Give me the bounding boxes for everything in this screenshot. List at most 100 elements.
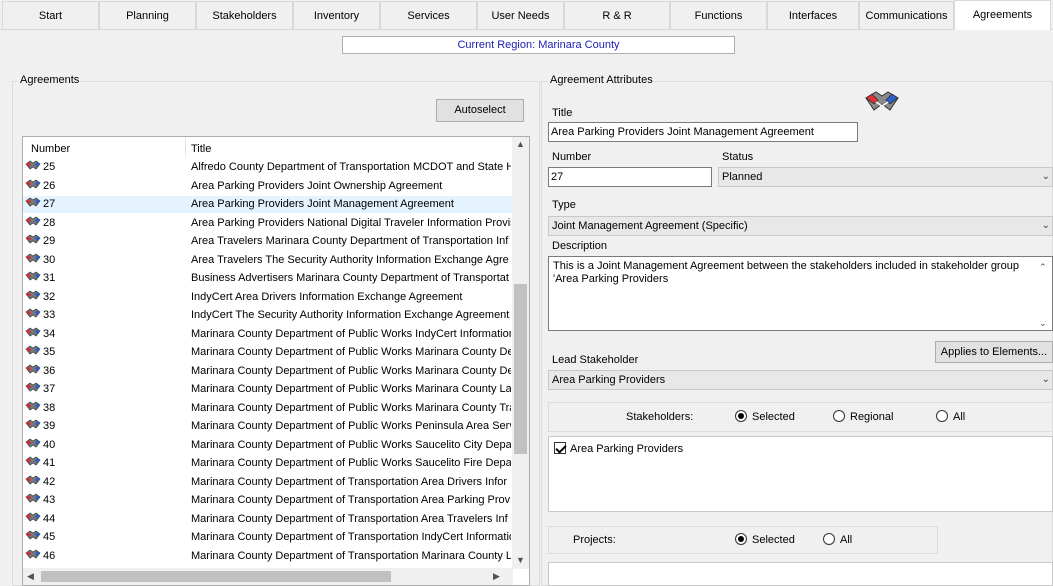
table-row[interactable]: 28 Area Parking Providers National Digita…	[23, 215, 513, 232]
row-number-cell: 39	[25, 418, 55, 435]
lead-stakeholder-label: Lead Stakeholder	[552, 354, 639, 366]
handshake-icon	[25, 438, 41, 447]
scroll-up-icon[interactable]: ⌃	[1039, 261, 1047, 274]
row-title: Marinara County Department of Public Wor…	[191, 457, 511, 469]
tab-planning[interactable]: Planning	[99, 1, 196, 29]
row-title: Marinara County Department of Transporta…	[191, 475, 508, 488]
agreements-group-title: Agreements	[18, 74, 82, 86]
tab-label: Start	[38, 10, 63, 22]
table-row[interactable]: 44 Marinara County Department of Transpor…	[23, 511, 513, 528]
table-row[interactable]: 31 Business Advertisers Marinara County D…	[23, 270, 513, 287]
row-number: 37	[43, 383, 56, 395]
handshake-icon	[25, 308, 41, 318]
row-number-cell: 33	[25, 307, 55, 324]
table-row[interactable]: 43 Marinara County Department of Transpor…	[23, 492, 513, 509]
table-row[interactable]: 25 Alfredo County Department of Transport…	[23, 159, 513, 176]
scroll-left-icon[interactable]: ◀	[27, 571, 34, 582]
projects-all-radio[interactable]: All	[823, 533, 852, 546]
table-row[interactable]: 37 Marinara County Department of Public W…	[23, 381, 513, 398]
table-row[interactable]: 29 Area Travelers Marinara County Departm…	[23, 233, 513, 250]
scroll-down-icon[interactable]: ⌄	[1039, 317, 1047, 330]
table-row[interactable]: 46 Marinara County Department of Transpor…	[23, 548, 513, 565]
tab-label: User Needs	[491, 10, 550, 22]
table-row[interactable]: 33 IndyCert The Security Authority Inform…	[23, 307, 513, 324]
row-number-cell: 34	[25, 326, 55, 343]
row-number: 27	[43, 198, 56, 210]
row-number: 28	[43, 216, 56, 229]
tab-agreements[interactable]: Agreements	[954, 0, 1051, 30]
table-row[interactable]: 42 Marinara County Department of Transpor…	[23, 474, 513, 491]
row-number-cell: 44	[25, 511, 55, 528]
number-field[interactable]: 27	[548, 167, 712, 187]
title-field[interactable]: Area Parking Providers Joint Management …	[548, 122, 858, 142]
tab-label: Agreements	[972, 9, 1033, 21]
table-row[interactable]: 26 Area Parking Providers Joint Ownership…	[23, 178, 513, 195]
tab-inventory[interactable]: Inventory	[293, 1, 380, 29]
table-row[interactable]: 30 Area Travelers The Security Authority …	[23, 252, 513, 269]
row-number-cell: 25	[25, 159, 55, 176]
stakeholders-selected-radio[interactable]: Selected	[735, 410, 795, 423]
table-row[interactable]: 39 Marinara County Department of Public W…	[23, 418, 513, 435]
horizontal-scrollbar[interactable]: ◀ ▶	[23, 568, 513, 585]
table-row[interactable]: 27 Area Parking Providers Joint Managemen…	[23, 196, 513, 213]
radio-label: All	[840, 534, 853, 546]
row-number-cell: 36	[25, 363, 55, 380]
status-dropdown[interactable]: Planned ⌄	[718, 167, 1053, 187]
row-title: Business Advertisers Marinara County Dep…	[191, 272, 509, 284]
vertical-scrollbar[interactable]: ▲ ▼	[512, 137, 529, 569]
type-dropdown[interactable]: Joint Management Agreement (Specific) ⌄	[548, 216, 1053, 236]
type-label: Type	[552, 199, 576, 211]
row-title: Alfredo County Department of Transportat…	[191, 161, 511, 173]
projects-selected-radio[interactable]: Selected	[735, 533, 795, 546]
vertical-scroll-thumb[interactable]	[514, 284, 527, 454]
tab-user-needs[interactable]: User Needs	[477, 1, 564, 29]
scroll-up-icon[interactable]: ▲	[516, 139, 525, 149]
handshake-icon	[25, 179, 41, 188]
tab-r-and-r[interactable]: R & R	[564, 1, 670, 29]
scroll-right-icon[interactable]: ▶	[493, 571, 500, 582]
row-number: 34	[43, 327, 56, 340]
tab-label: Inventory	[313, 10, 360, 22]
tab-label: Stakeholders	[212, 10, 277, 22]
stakeholders-regional-radio[interactable]: Regional	[833, 410, 893, 423]
tab-stakeholders[interactable]: Stakeholders	[196, 1, 293, 29]
tab-communications[interactable]: Communications	[859, 1, 954, 29]
column-separator	[185, 137, 186, 157]
radio-label: Selected	[752, 534, 795, 546]
horizontal-scroll-thumb[interactable]	[41, 571, 391, 582]
column-header-title[interactable]: Title	[191, 143, 211, 155]
row-number-cell: 26	[25, 178, 55, 195]
table-row[interactable]: 36 Marinara County Department of Public W…	[23, 363, 513, 380]
stakeholder-item[interactable]: Area Parking Providers	[554, 442, 683, 455]
table-row[interactable]: 38 Marinara County Department of Public W…	[23, 400, 513, 417]
agreements-list[interactable]: Number Title 25 Alfredo County Department…	[22, 136, 530, 586]
table-row[interactable]: 34 Marinara County Department of Public W…	[23, 326, 513, 343]
scroll-down-icon[interactable]: ▼	[516, 555, 525, 565]
attributes-group-title: Agreement Attributes	[548, 74, 655, 86]
table-row[interactable]: 40 Marinara County Department of Public W…	[23, 437, 513, 454]
tab-start[interactable]: Start	[2, 1, 99, 29]
lead-stakeholder-dropdown[interactable]: Area Parking Providers ⌄	[548, 370, 1053, 390]
tab-label: Functions	[694, 10, 743, 22]
row-number: 33	[43, 309, 56, 321]
description-textarea[interactable]: This is a Joint Management Agreement bet…	[548, 256, 1053, 331]
stakeholders-all-radio[interactable]: All	[936, 410, 965, 423]
table-row[interactable]: 35 Marinara County Department of Public W…	[23, 344, 513, 361]
autoselect-button[interactable]: Autoselect	[436, 99, 524, 122]
radio-icon	[833, 410, 845, 422]
tab-interfaces[interactable]: Interfaces	[767, 1, 859, 29]
list-header: Number Title	[23, 137, 513, 157]
projects-list[interactable]	[548, 562, 1053, 586]
stakeholders-list[interactable]: Area Parking Providers	[548, 436, 1053, 512]
row-title: Area Parking Providers National Digital …	[191, 216, 511, 229]
description-text: This is a Joint Management Agreement bet…	[553, 260, 1019, 285]
row-title: Marinara County Department of Transporta…	[191, 512, 508, 525]
column-header-number[interactable]: Number	[31, 143, 70, 155]
table-row[interactable]: 45 Marinara County Department of Transpor…	[23, 529, 513, 546]
handshake-icon	[25, 530, 41, 540]
applies-to-elements-button[interactable]: Applies to Elements...	[935, 341, 1053, 363]
table-row[interactable]: 41 Marinara County Department of Public W…	[23, 455, 513, 472]
tab-functions[interactable]: Functions	[670, 1, 767, 29]
table-row[interactable]: 32 IndyCert Area Drivers Information Exch…	[23, 289, 513, 306]
tab-services[interactable]: Services	[380, 1, 477, 29]
